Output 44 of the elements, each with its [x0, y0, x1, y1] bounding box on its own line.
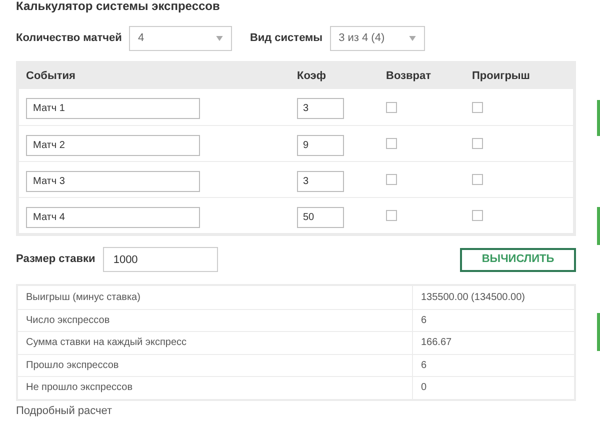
column-header: Возврат	[386, 70, 431, 82]
odds-field[interactable]: 50	[297, 206, 344, 228]
table-cell-text: 135500.00 (134500.00)	[420, 290, 526, 305]
dropdown[interactable]: 3 из 4 (4)	[330, 26, 425, 50]
checkbox[interactable]	[472, 102, 483, 112]
accent-bar	[597, 100, 600, 136]
event-field[interactable]: Матч 2	[26, 134, 200, 156]
column-header: Проигрыш	[472, 70, 530, 82]
calculate-button[interactable]: ВЫЧИСЛИТЬ	[460, 248, 576, 272]
field-label: Вид системы	[250, 30, 323, 46]
table-cell: Не прошло экспрессов	[18, 377, 413, 398]
odds-field[interactable]: 3	[297, 98, 344, 119]
accent-bar	[597, 207, 600, 245]
stake-field[interactable]: 1000	[103, 247, 218, 272]
checkbox[interactable]	[472, 210, 483, 221]
table-cell: Прошло экспрессов	[18, 354, 413, 376]
stake-label: Размер ставки	[16, 252, 96, 268]
checkbox[interactable]	[386, 102, 397, 112]
table-cell-text: 0	[420, 381, 428, 396]
checkbox[interactable]	[386, 138, 397, 149]
page-title: Калькулятор системы экспрессов	[16, 0, 221, 12]
dropdown[interactable]: 4	[128, 26, 232, 50]
odds-field[interactable]: 3	[297, 170, 344, 192]
event-field[interactable]: Матч 3	[26, 170, 200, 192]
field-label: Количество матчей	[16, 30, 122, 46]
event-field[interactable]: Матч 4	[26, 206, 200, 228]
table-cell: Число экспрессов	[18, 310, 413, 331]
table-cell: Сумма ставки на каждый экспресс	[18, 332, 413, 354]
event-field[interactable]: Матч 1	[26, 98, 200, 119]
accent-bar	[597, 313, 600, 351]
column-header: Коэф	[297, 70, 326, 82]
checkbox[interactable]	[386, 174, 397, 185]
table-cell-text: 6	[420, 314, 428, 328]
table-cell: Выигрыш (минус ставка)	[18, 286, 413, 308]
checkbox[interactable]	[472, 174, 483, 185]
table-cell-text: 6	[420, 358, 428, 373]
odds-field[interactable]: 9	[297, 134, 344, 156]
caret-icon	[408, 36, 416, 40]
caret-icon	[216, 36, 223, 40]
checkbox[interactable]	[472, 138, 483, 149]
table-cell-text: 166.67	[420, 336, 453, 350]
column-header: События	[26, 70, 76, 82]
checkbox[interactable]	[386, 210, 397, 221]
details-link[interactable]: Подробный расчет	[16, 404, 592, 416]
